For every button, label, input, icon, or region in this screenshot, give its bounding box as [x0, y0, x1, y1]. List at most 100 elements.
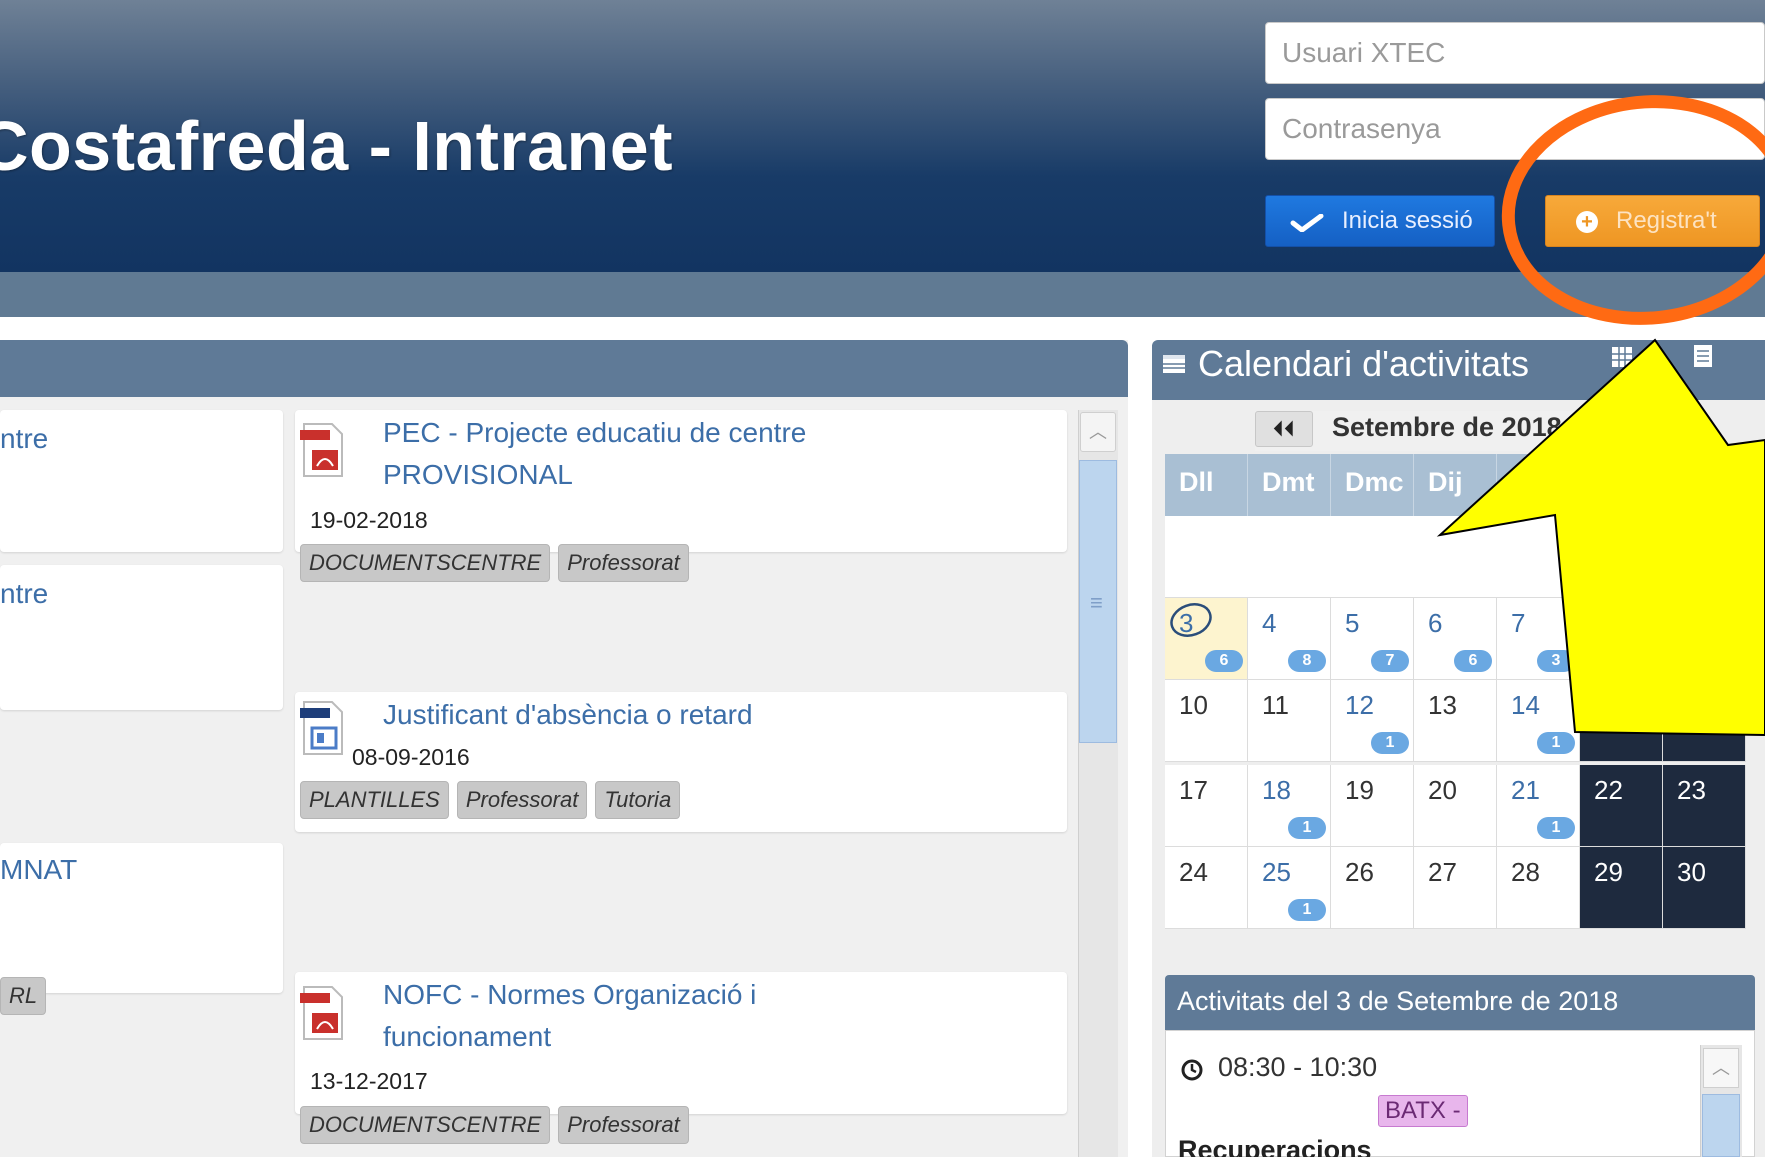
calendar-day[interactable]: 48	[1248, 598, 1331, 680]
double-chevron-left-icon[interactable]: ⏴⏴	[1255, 411, 1313, 447]
document-title-link[interactable]: funcionament	[383, 1016, 551, 1058]
day-number[interactable]: 25	[1262, 857, 1291, 888]
day-number[interactable]: 21	[1511, 775, 1540, 806]
document-title-link[interactable]: PEC - Projecte educatiu de centre	[383, 412, 806, 454]
tag[interactable]: Tutoria	[595, 781, 681, 819]
weekday-header: Dv	[1497, 454, 1580, 516]
calendar-day: 10	[1165, 680, 1248, 762]
calendar-day[interactable]: 57	[1331, 598, 1414, 680]
activity-count-badge[interactable]: 6	[1454, 650, 1492, 672]
day-number[interactable]: 12	[1345, 690, 1374, 721]
tag[interactable]: RL	[0, 977, 47, 1015]
activity-count-badge[interactable]: 1	[1288, 899, 1326, 921]
document-title-link[interactable]: ntre	[0, 573, 48, 615]
document-title-link[interactable]: PROVISIONAL	[383, 454, 573, 496]
activity-time: 08:30 - 10:30	[1218, 1052, 1378, 1082]
day-number: 19	[1345, 775, 1374, 805]
document-title-link[interactable]: Justificant d'absència o retard	[383, 694, 753, 736]
day-number: 11	[1262, 690, 1289, 720]
document-date: 08-09-2016	[352, 744, 470, 770]
calendar-day[interactable]: 36	[1165, 598, 1248, 680]
day-number[interactable]: 18	[1262, 775, 1291, 806]
calendar-day: 26	[1331, 847, 1414, 929]
clock-icon	[1181, 1059, 1203, 1081]
activity-count-badge[interactable]: 8	[1288, 650, 1326, 672]
calendar-day: 30	[1663, 847, 1746, 929]
calendar-day: 28	[1497, 847, 1580, 929]
tag[interactable]: Professorat	[558, 544, 689, 582]
activity-count-badge[interactable]: 7	[1371, 650, 1409, 672]
day-number: 20	[1428, 775, 1457, 805]
month-label: Setembre de 2018	[1332, 412, 1562, 442]
calendar-day[interactable]: 21 1	[1497, 765, 1580, 847]
document-date: 19-02-2018	[310, 507, 428, 533]
document-title-link[interactable]: MNAT	[0, 849, 77, 891]
calendar-day[interactable]: 25 1	[1248, 847, 1331, 929]
calendar-day[interactable]: 12 1	[1331, 680, 1414, 762]
document-title-link[interactable]: ntre	[0, 418, 48, 460]
day-number[interactable]: 6	[1428, 608, 1442, 639]
day-number: 13	[1428, 690, 1457, 720]
activity-count-badge[interactable]: 1	[1537, 732, 1575, 754]
document-title-link[interactable]: NOFC - Normes Organizació i	[383, 974, 756, 1016]
day-number: 27	[1428, 857, 1457, 887]
tag[interactable]: PLANTILLES	[300, 781, 449, 819]
calendar-day[interactable]: 66	[1414, 598, 1497, 680]
day-number: 29	[1594, 857, 1623, 887]
day-number: 24	[1179, 857, 1208, 887]
checkmark-icon	[1290, 214, 1324, 232]
register-button-label: Registra't	[1616, 207, 1717, 234]
calendar-list-view-icon[interactable]	[1690, 343, 1718, 379]
pdf-file-icon	[300, 423, 343, 477]
calendar-day: 16	[1663, 680, 1746, 762]
calendar-day: 24	[1165, 847, 1248, 929]
weekday-header: Dmc	[1331, 454, 1414, 516]
tag[interactable]: DOCUMENTSCENTRE	[300, 1106, 551, 1144]
day-number: 26	[1345, 857, 1374, 887]
day-number[interactable]: 7	[1511, 608, 1525, 639]
tag[interactable]: Professorat	[558, 1106, 689, 1144]
day-number[interactable]: 14	[1511, 690, 1540, 721]
day-number: 17	[1179, 775, 1208, 805]
activity-count-badge[interactable]: 3	[1537, 650, 1575, 672]
weekday-header: Dg	[1663, 454, 1746, 516]
login-button-label: Inicia sessió	[1342, 207, 1473, 234]
activity-count-badge[interactable]: 1	[1288, 817, 1326, 839]
tag-list: DOCUMENTSCENTRE Professorat	[300, 1106, 689, 1144]
document-card: ntre	[0, 410, 283, 552]
calendar-grid-view-icon[interactable]	[1608, 345, 1636, 381]
activity-count-badge[interactable]: 6	[1205, 650, 1243, 672]
password-input[interactable]	[1265, 98, 1765, 160]
tag[interactable]: Professorat	[456, 781, 588, 819]
register-button[interactable]: + Registra't	[1545, 195, 1760, 247]
calendar-day: 11	[1248, 680, 1331, 762]
activity-tag[interactable]: BATX -	[1378, 1095, 1468, 1127]
calendar-day[interactable]: 14 1	[1497, 680, 1580, 762]
scroll-up-icon[interactable]: ︿	[1703, 1048, 1739, 1088]
day-number: 23	[1677, 775, 1706, 805]
username-input[interactable]	[1265, 22, 1765, 84]
calendar-day[interactable]: 18 1	[1248, 765, 1331, 847]
grip-icon: ≡	[1090, 590, 1103, 615]
calendar-day: 27	[1414, 847, 1497, 929]
weekday-header: Dmt	[1248, 454, 1331, 516]
activity-name[interactable]: Recuperacions	[1178, 1135, 1372, 1157]
activity-count-badge[interactable]: 1	[1371, 732, 1409, 754]
scrollbar-thumb[interactable]	[1702, 1094, 1740, 1157]
calendar-empty-row	[1165, 516, 1765, 598]
scroll-up-icon[interactable]: ︿	[1080, 412, 1116, 452]
day-number: 8	[1594, 608, 1609, 638]
doc-file-icon	[300, 701, 343, 755]
document-date: 13-12-2017	[310, 1068, 428, 1094]
login-button[interactable]: Inicia sessió	[1265, 195, 1495, 247]
calendar-day: 9	[1663, 598, 1746, 680]
tag[interactable]: DOCUMENTSCENTRE	[300, 544, 551, 582]
activity-count-badge[interactable]: 1	[1537, 817, 1575, 839]
calendar-day: 8	[1580, 598, 1663, 680]
navigation-bar	[0, 272, 1765, 317]
weekday-header: Ds	[1580, 454, 1663, 516]
calendar-day[interactable]: 73	[1497, 598, 1580, 680]
day-number[interactable]: 5	[1345, 608, 1359, 639]
day-number[interactable]: 4	[1262, 608, 1276, 639]
calendar-title-text: Calendari d'activitats	[1198, 343, 1530, 384]
